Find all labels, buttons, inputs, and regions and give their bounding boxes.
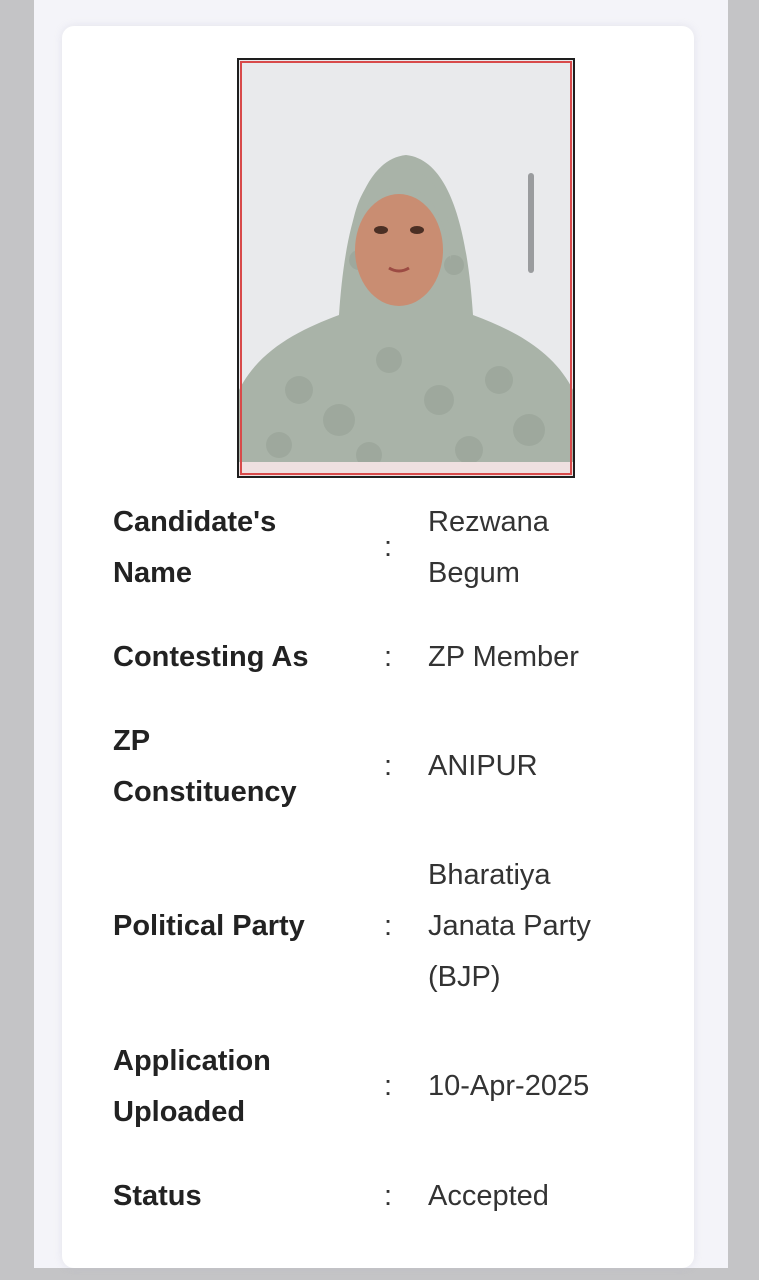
field-value: ANIPUR	[428, 750, 538, 782]
field-separator: :	[384, 910, 393, 942]
field-label: Application Uploaded	[113, 1045, 271, 1128]
app-screen: Candidate's Name : Rezwana Begum Contest…	[34, 0, 728, 1268]
field-label: ZP Constituency	[113, 725, 297, 808]
candidate-photo	[237, 58, 575, 478]
field-separator: :	[384, 531, 393, 563]
field-value: Rezwana Begum	[428, 506, 549, 589]
field-value: 10-Apr-2025	[428, 1070, 590, 1102]
candidate-card: Candidate's Name : Rezwana Begum Contest…	[62, 26, 694, 1268]
status-value: Accepted	[428, 1180, 549, 1212]
field-value: ZP Member	[428, 641, 579, 673]
field-separator: :	[384, 641, 393, 673]
field-separator: :	[384, 1180, 393, 1212]
field-row-application-uploaded: Application Uploaded : 10-Apr-2025	[62, 1036, 694, 1146]
field-separator: :	[384, 750, 393, 782]
field-label: Candidate's Name	[113, 506, 277, 589]
field-label: Political Party	[113, 910, 305, 942]
field-row-political-party: Political Party : Bharatiya Janata Party…	[62, 850, 694, 1010]
field-row-status: Status : Accepted	[62, 1171, 694, 1222]
field-value: Bharatiya Janata Party (BJP)	[428, 859, 591, 993]
field-row-zp-constituency: ZP Constituency : ANIPUR	[62, 716, 694, 826]
field-row-contesting-as: Contesting As : ZP Member	[62, 632, 694, 683]
field-separator: :	[384, 1070, 393, 1102]
candidate-photo-image	[239, 60, 573, 476]
field-label: Contesting As	[113, 641, 309, 673]
field-label: Status	[113, 1180, 202, 1212]
field-row-candidate-name: Candidate's Name : Rezwana Begum	[62, 492, 694, 602]
